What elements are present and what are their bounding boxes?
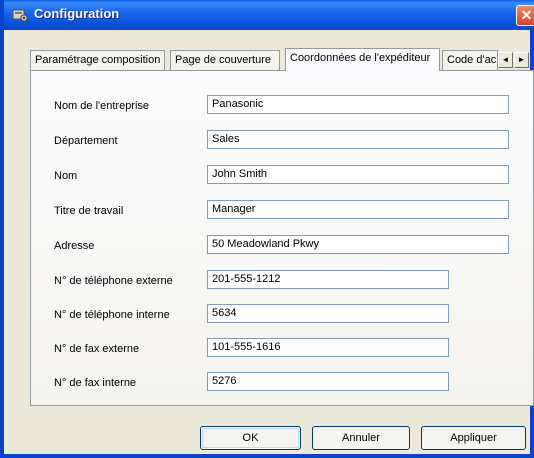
name-label: Nom — [54, 170, 78, 182]
internal-fax-label: N° de fax interne — [54, 377, 137, 389]
tab-scroll-buttons: ◄ ► — [498, 52, 530, 68]
address-field[interactable]: 50 Meadowland Pkwy — [207, 235, 509, 254]
external-phone-field[interactable]: 201-555-1212 — [207, 270, 449, 289]
apply-button[interactable]: Appliquer — [421, 426, 526, 450]
tab-label: Paramétrage composition — [35, 54, 161, 66]
title-bar[interactable]: Configuration ✕ — [4, 0, 534, 30]
tab-scroll-right-button[interactable]: ► — [514, 52, 529, 68]
tab-label: Code d'ac — [447, 54, 497, 66]
job-title-label: Titre de travail — [54, 205, 124, 217]
external-fax-field[interactable]: 101-555-1616 — [207, 338, 449, 357]
department-label: Département — [54, 135, 118, 147]
configuration-dialog: Configuration ✕ Paramétrage composition … — [0, 0, 534, 458]
tab-label: Page de couverture — [175, 54, 272, 66]
close-button[interactable]: ✕ — [516, 5, 534, 26]
window-title: Configuration — [34, 6, 120, 21]
external-fax-label: N° de fax externe — [54, 343, 140, 355]
tab-page-de-couverture[interactable]: Page de couverture — [170, 50, 280, 70]
department-field[interactable]: Sales — [207, 130, 509, 149]
address-label: Adresse — [54, 240, 95, 252]
tab-coordonnees-expediteur[interactable]: Coordonnées de l'expéditeur — [285, 48, 440, 71]
job-title-field[interactable]: Manager — [207, 200, 509, 219]
close-icon: ✕ — [520, 7, 533, 23]
name-field[interactable]: John Smith — [207, 165, 509, 184]
external-phone-label: N° de téléphone externe — [54, 275, 173, 287]
arrow-left-icon: ◄ — [501, 55, 510, 64]
internal-phone-label: N° de téléphone interne — [54, 309, 170, 321]
tab-code-dacces[interactable]: Code d'ac — [442, 50, 498, 70]
arrow-right-icon: ► — [517, 55, 526, 64]
tab-scroll-left-button[interactable]: ◄ — [498, 52, 513, 68]
cancel-button[interactable]: Annuler — [312, 426, 410, 450]
ok-button[interactable]: OK — [200, 426, 301, 450]
company-name-label: Nom de l'entreprise — [54, 100, 150, 112]
internal-phone-field[interactable]: 5634 — [207, 304, 449, 323]
company-name-field[interactable]: Panasonic — [207, 95, 509, 114]
internal-fax-field[interactable]: 5276 — [207, 372, 449, 391]
tab-parametrage-composition[interactable]: Paramétrage composition — [30, 50, 165, 70]
tab-label: Coordonnées de l'expéditeur — [290, 52, 431, 64]
settings-app-icon — [12, 9, 28, 22]
